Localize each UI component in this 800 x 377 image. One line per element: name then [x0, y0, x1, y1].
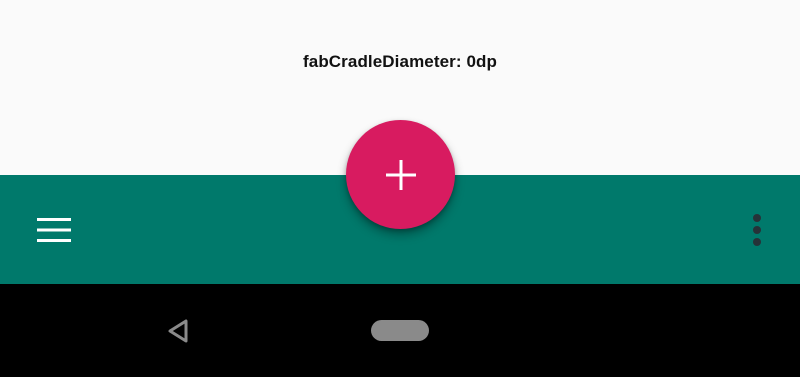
add-fab[interactable] [346, 120, 455, 229]
back-triangle-icon [168, 319, 188, 343]
hamburger-menu-icon [37, 218, 71, 242]
navigation-menu-button[interactable] [28, 205, 80, 255]
add-icon [385, 159, 416, 190]
overflow-menu-button[interactable] [737, 205, 777, 255]
more-vert-icon [753, 214, 761, 246]
back-button[interactable] [162, 316, 194, 346]
home-pill-icon[interactable] [371, 320, 429, 341]
system-navigation-bar [0, 284, 800, 377]
fab-cradle-caption: fabCradleDiameter: 0dp [303, 52, 497, 71]
